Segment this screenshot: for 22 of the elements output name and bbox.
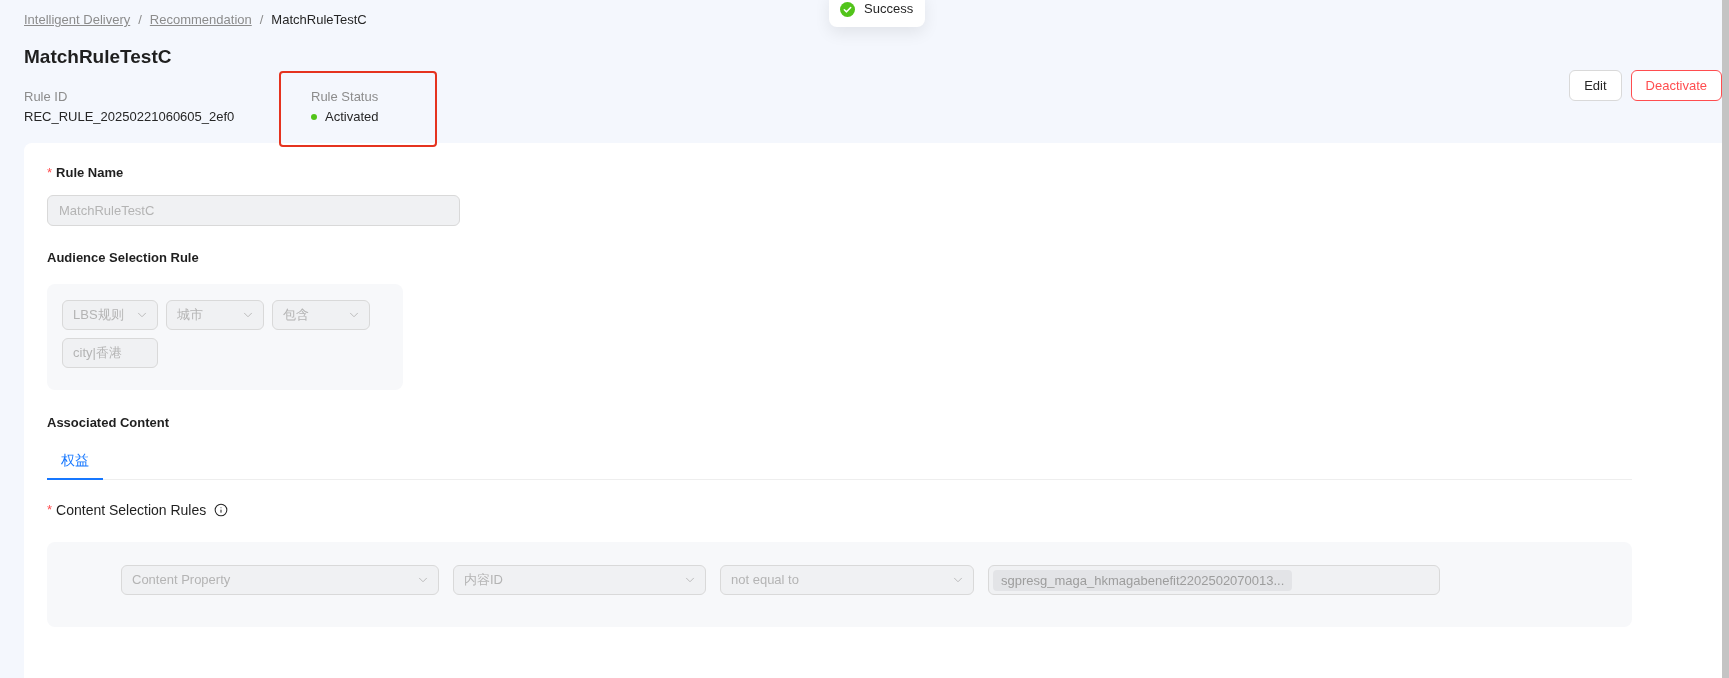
edit-button[interactable]: Edit [1569, 70, 1622, 101]
breadcrumb-link[interactable]: Intelligent Delivery [24, 10, 131, 30]
required-mark: * [47, 501, 53, 520]
info-label: Rule ID [24, 88, 69, 106]
breadcrumb-link[interactable]: Recommendation [149, 10, 252, 30]
deactivate-button[interactable]: Deactivate [1630, 70, 1722, 101]
breadcrumb-current: MatchRuleTestC [271, 11, 367, 30]
value-tag: sgpresg_maga_hkmagabenefit2202502070013... [993, 569, 1293, 591]
form-label: Rule Name [56, 164, 124, 183]
scrollbar-thumb[interactable] [1722, 0, 1729, 678]
required-mark: * [47, 164, 53, 183]
breadcrumb-separator: / [259, 11, 264, 30]
toast-message: Success [864, 0, 914, 18]
page-title: MatchRuleTestC [24, 45, 173, 69]
form-label: Audience Selection Rule [47, 249, 199, 268]
status-text: Activated [325, 108, 379, 126]
breadcrumb-separator: / [138, 11, 142, 30]
form-label: Content Selection Rules [56, 500, 207, 520]
info-label: Rule Status [311, 88, 379, 106]
form-label: Associated Content [47, 414, 170, 433]
info-value: REC_RULE_20250221060605_2ef0 [24, 108, 236, 126]
info-icon[interactable] [214, 503, 229, 517]
